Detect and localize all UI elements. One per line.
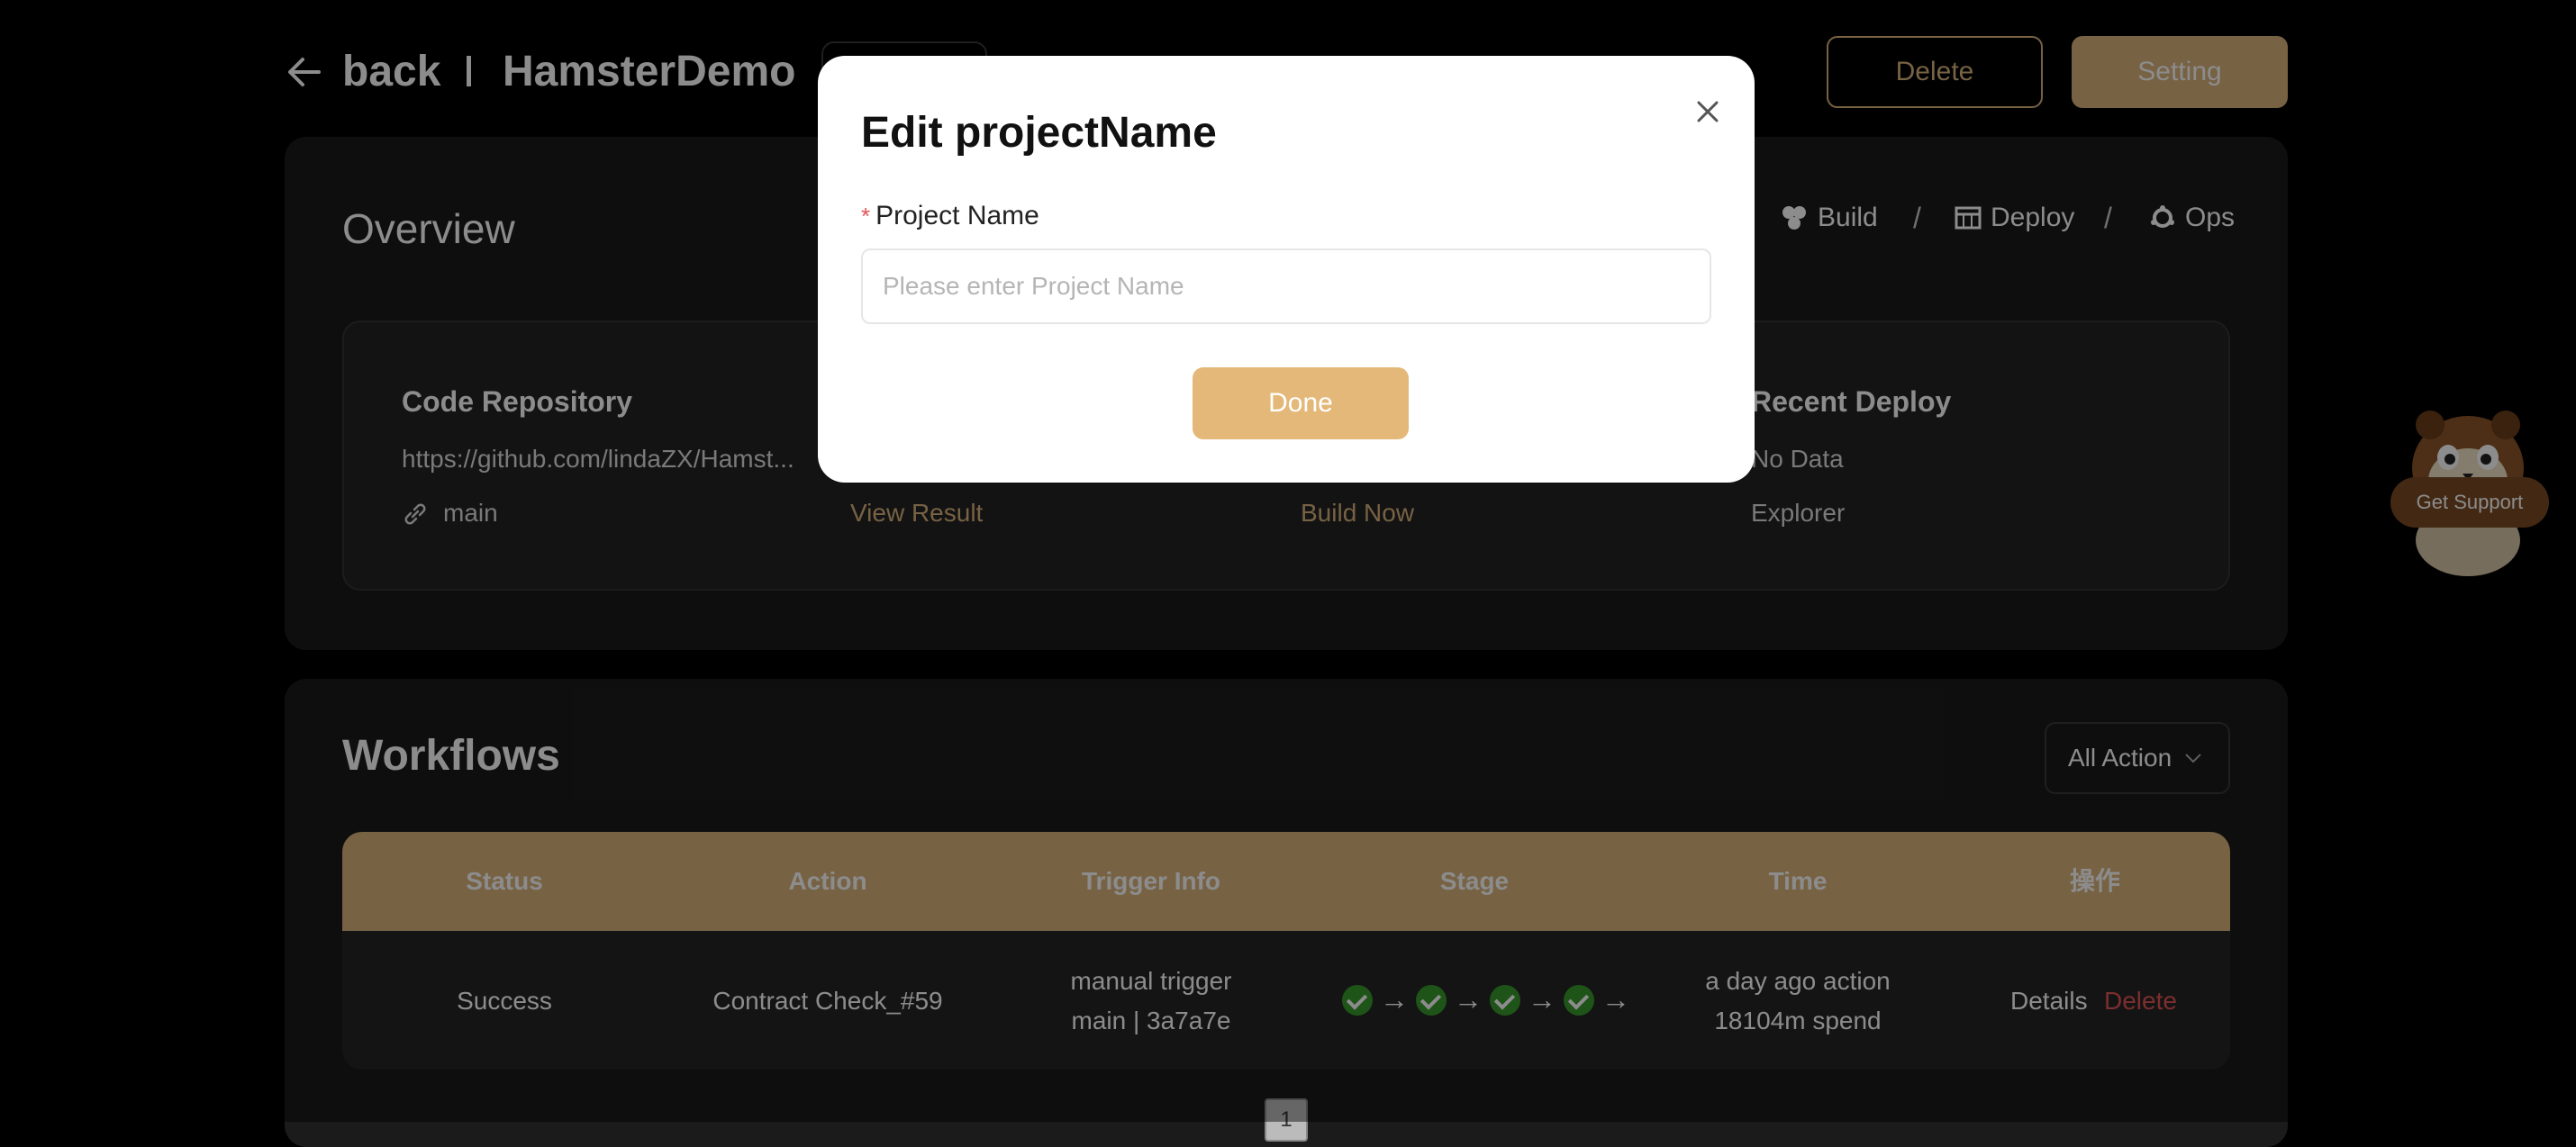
project-name-label-text: Project Name bbox=[875, 201, 1039, 230]
done-button[interactable]: Done bbox=[1193, 367, 1409, 439]
project-name-label: * Project Name bbox=[861, 198, 1039, 234]
project-name-input[interactable] bbox=[861, 248, 1711, 324]
modal-title: Edit projectName bbox=[861, 109, 1217, 157]
close-icon[interactable] bbox=[1690, 94, 1726, 130]
edit-project-name-modal: Edit projectName *Project Name Done bbox=[818, 56, 1755, 483]
required-mark: * bbox=[861, 203, 871, 230]
